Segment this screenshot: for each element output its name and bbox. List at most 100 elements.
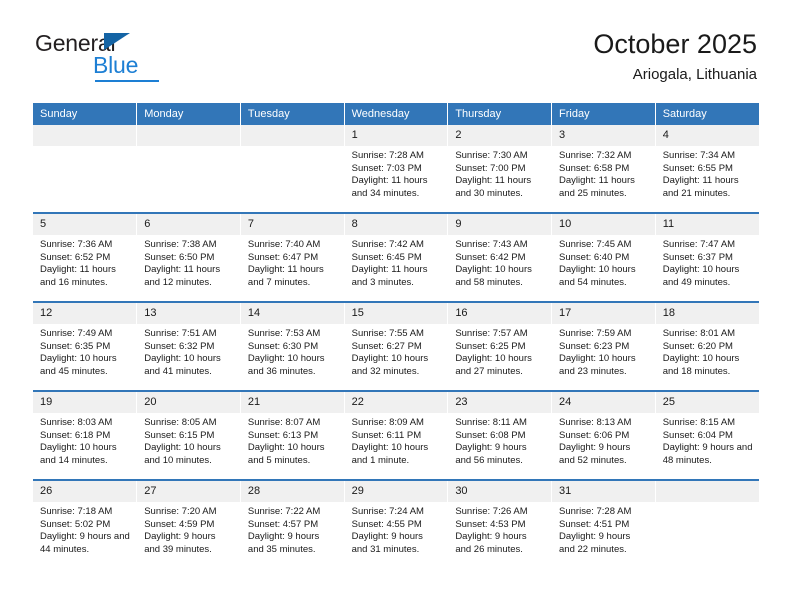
day-number: 16 [448,303,552,324]
calendar-day-cell[interactable]: 26 Sunrise: 7:18 AM Sunset: 5:02 PM Dayligh… [33,479,138,568]
daylight-text: Daylight: 10 hours and 45 minutes. [40,353,117,377]
day-cell: 27 Sunrise: 7:20 AM Sunset: 4:59 PM Dayligh… [137,481,240,568]
sunset-text: Sunset: 4:53 PM [455,518,526,530]
calendar-day-cell[interactable]: 13 Sunrise: 7:51 AM Sunset: 6:32 PM Dayligh… [136,301,241,391]
day-details: Sunrise: 7:18 AM Sunset: 5:02 PM Daylight:… [33,502,136,556]
sunset-text: Sunset: 6:58 PM [559,162,630,174]
daylight-text: Daylight: 11 hours and 16 minutes. [40,264,116,288]
day-details: Sunrise: 7:51 AM Sunset: 6:32 PM Daylight:… [137,324,240,378]
calendar-day-cell[interactable]: 20 Sunrise: 8:05 AM Sunset: 6:15 PM Dayligh… [136,390,241,480]
sunrise-text: Sunrise: 8:07 AM [247,417,321,428]
sunrise-text: Sunrise: 8:15 AM [662,417,736,428]
calendar-day-cell[interactable]: 21 Sunrise: 8:07 AM Sunset: 6:13 PM Dayligh… [240,390,345,480]
day-number: 4 [655,125,759,146]
sunset-text: Sunset: 6:55 PM [662,162,733,174]
sunrise-text: Sunrise: 8:05 AM [144,417,217,428]
day-number: 19 [33,392,137,413]
calendar-day-cell[interactable]: 2 Sunrise: 7:30 AM Sunset: 7:00 PM Daylight… [447,125,553,213]
calendar-day-cell[interactable]: 10 Sunrise: 7:45 AM Sunset: 6:40 PM Dayligh… [551,212,656,302]
calendar-day-cell[interactable]: 28 Sunrise: 7:22 AM Sunset: 4:57 PM Dayligh… [240,479,345,568]
sunrise-text: Sunrise: 7:59 AM [559,328,632,339]
daylight-text: Daylight: 9 hours and 52 minutes. [559,442,631,466]
daylight-text: Daylight: 10 hours and 54 minutes. [559,264,636,288]
sunrise-text: Sunrise: 7:38 AM [144,239,217,250]
calendar-day-cell[interactable]: 6 Sunrise: 7:38 AM Sunset: 6:50 PM Daylight… [136,212,241,302]
day-cell: 12 Sunrise: 7:49 AM Sunset: 6:35 PM Dayligh… [33,303,137,390]
day-cell: 4 Sunrise: 7:34 AM Sunset: 6:55 PM Daylight… [655,125,759,212]
day-number: 8 [344,214,448,235]
day-details: Sunrise: 7:30 AM Sunset: 7:00 PM Daylight:… [448,146,551,200]
calendar-day-cell[interactable]: 29 Sunrise: 7:24 AM Sunset: 4:55 PM Dayligh… [344,479,449,568]
calendar-day-cell[interactable]: 15 Sunrise: 7:55 AM Sunset: 6:27 PM Dayligh… [344,301,449,391]
sunset-text: Sunset: 6:18 PM [40,429,111,441]
calendar-day-cell[interactable]: 4 Sunrise: 7:34 AM Sunset: 6:55 PM Daylight… [655,125,759,213]
calendar-day-cell[interactable] [136,125,241,213]
day-cell: 22 Sunrise: 8:09 AM Sunset: 6:11 PM Dayligh… [344,392,448,479]
calendar-day-cell[interactable]: 30 Sunrise: 7:26 AM Sunset: 4:53 PM Dayligh… [447,479,553,568]
daylight-text: Daylight: 10 hours and 32 minutes. [351,353,429,377]
daylight-text: Daylight: 11 hours and 30 minutes. [455,175,532,199]
daylight-text: Daylight: 10 hours and 49 minutes. [662,264,740,288]
day-details: Sunrise: 8:13 AM Sunset: 6:06 PM Daylight:… [552,413,655,467]
calendar-day-cell[interactable]: 14 Sunrise: 7:53 AM Sunset: 6:30 PM Dayligh… [240,301,345,391]
day-number: 1 [344,125,448,146]
day-number: 18 [655,303,759,324]
day-details: Sunrise: 8:03 AM Sunset: 6:18 PM Daylight:… [33,413,136,467]
calendar-day-cell[interactable]: 27 Sunrise: 7:20 AM Sunset: 4:59 PM Dayligh… [136,479,241,568]
calendar-day-cell[interactable]: 17 Sunrise: 7:59 AM Sunset: 6:23 PM Dayligh… [551,301,656,391]
day-details: Sunrise: 7:20 AM Sunset: 4:59 PM Daylight:… [137,502,240,556]
calendar-grid: Sunday Monday Tuesday Wednesday Thursday… [33,103,759,568]
calendar-day-cell[interactable]: 22 Sunrise: 8:09 AM Sunset: 6:11 PM Dayligh… [344,390,449,480]
sunset-text: Sunset: 6:25 PM [455,340,526,352]
day-details: Sunrise: 7:28 AM Sunset: 7:03 PM Daylight:… [345,146,448,200]
calendar-day-cell[interactable]: 12 Sunrise: 7:49 AM Sunset: 6:35 PM Dayligh… [33,301,138,391]
day-cell: 11 Sunrise: 7:47 AM Sunset: 6:37 PM Dayligh… [655,214,759,301]
sunrise-text: Sunrise: 7:28 AM [559,506,632,517]
general-blue-logo[interactable]: General Blue [35,30,175,86]
day-cell: 8 Sunrise: 7:42 AM Sunset: 6:45 PM Daylight… [344,214,448,301]
calendar-day-cell[interactable]: 5 Sunrise: 7:36 AM Sunset: 6:52 PM Daylight… [33,212,138,302]
day-details: Sunrise: 8:01 AM Sunset: 6:20 PM Daylight:… [656,324,759,378]
calendar-day-cell[interactable]: 23 Sunrise: 8:11 AM Sunset: 6:08 PM Dayligh… [447,390,553,480]
calendar-day-cell[interactable]: 24 Sunrise: 8:13 AM Sunset: 6:06 PM Dayligh… [551,390,656,480]
sunrise-text: Sunrise: 7:32 AM [559,150,632,161]
day-number: 29 [344,481,448,502]
calendar-day-cell[interactable] [33,125,138,213]
sunset-text: Sunset: 6:27 PM [351,340,422,352]
calendar-day-cell[interactable]: 25 Sunrise: 8:15 AM Sunset: 6:04 PM Dayligh… [655,390,759,480]
sunrise-text: Sunrise: 7:30 AM [455,150,528,161]
calendar-day-cell[interactable]: 7 Sunrise: 7:40 AM Sunset: 6:47 PM Daylight… [240,212,345,302]
day-details: Sunrise: 7:24 AM Sunset: 4:55 PM Daylight:… [345,502,448,556]
calendar-day-cell[interactable]: 1 Sunrise: 7:28 AM Sunset: 7:03 PM Daylight… [344,125,449,213]
day-cell: 24 Sunrise: 8:13 AM Sunset: 6:06 PM Dayligh… [552,392,655,479]
calendar-day-cell[interactable]: 8 Sunrise: 7:42 AM Sunset: 6:45 PM Daylight… [344,212,449,302]
sunrise-text: Sunrise: 7:40 AM [247,239,321,250]
sunrise-text: Sunrise: 8:01 AM [662,328,736,339]
day-details: Sunrise: 8:15 AM Sunset: 6:04 PM Daylight:… [656,413,759,467]
calendar-day-cell[interactable]: 16 Sunrise: 7:57 AM Sunset: 6:25 PM Dayligh… [447,301,553,391]
calendar-day-cell[interactable] [655,479,759,568]
day-details: Sunrise: 7:49 AM Sunset: 6:35 PM Daylight:… [33,324,136,378]
calendar-day-cell[interactable]: 3 Sunrise: 7:32 AM Sunset: 6:58 PM Daylight… [551,125,656,213]
sunset-text: Sunset: 6:30 PM [247,340,319,352]
calendar-day-cell[interactable]: 9 Sunrise: 7:43 AM Sunset: 6:42 PM Daylight… [447,212,553,302]
calendar-week-row: 12 Sunrise: 7:49 AM Sunset: 6:35 PM Dayligh… [33,301,759,391]
logo-text-blue: Blue [93,52,139,78]
calendar-day-cell[interactable]: 31 Sunrise: 7:28 AM Sunset: 4:51 PM Dayligh… [551,479,656,568]
day-cell: 14 Sunrise: 7:53 AM Sunset: 6:30 PM Dayligh… [240,303,344,390]
calendar-day-cell[interactable]: 18 Sunrise: 8:01 AM Sunset: 6:20 PM Dayligh… [655,301,759,391]
sunrise-text: Sunrise: 8:03 AM [40,417,113,428]
calendar-day-cell[interactable] [240,125,345,213]
day-cell: 6 Sunrise: 7:38 AM Sunset: 6:50 PM Daylight… [137,214,240,301]
calendar-day-cell[interactable]: 19 Sunrise: 8:03 AM Sunset: 6:18 PM Dayligh… [33,390,138,480]
day-cell: 2 Sunrise: 7:30 AM Sunset: 7:00 PM Daylight… [448,125,552,212]
sunrise-text: Sunrise: 8:09 AM [351,417,424,428]
day-number: 13 [137,303,240,324]
day-details: Sunrise: 7:55 AM Sunset: 6:27 PM Daylight:… [345,324,448,378]
sunrise-text: Sunrise: 7:57 AM [455,328,528,339]
daylight-text: Daylight: 9 hours and 35 minutes. [247,531,320,555]
calendar-day-cell[interactable]: 11 Sunrise: 7:47 AM Sunset: 6:37 PM Dayligh… [655,212,759,302]
day-details: Sunrise: 8:07 AM Sunset: 6:13 PM Daylight:… [241,413,344,467]
day-details: Sunrise: 7:40 AM Sunset: 6:47 PM Daylight:… [241,235,344,289]
sunrise-text: Sunrise: 7:34 AM [662,150,736,161]
